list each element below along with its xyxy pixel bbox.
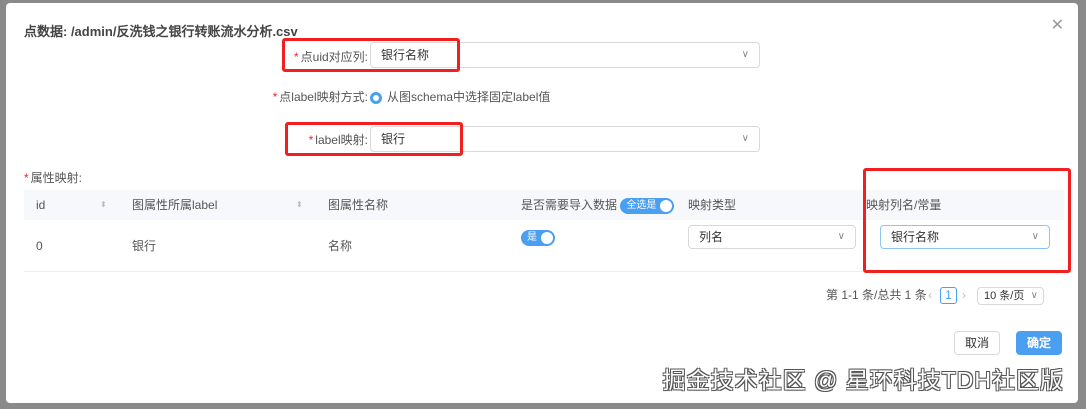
sort-icon[interactable]: ⬍ (296, 190, 303, 220)
map-type-value: 列名 (699, 230, 724, 244)
radio-icon (370, 91, 382, 104)
prev-page-icon[interactable]: ‹ (928, 286, 932, 304)
close-icon[interactable]: ✕ (1051, 15, 1064, 35)
pagination-summary: 第 1-1 条/总共 1 条 (826, 288, 927, 302)
th-label: 图属性所属label (132, 198, 218, 212)
map-type-select[interactable]: 列名 ∨ (688, 225, 856, 249)
ok-button[interactable]: 确定 (1016, 331, 1062, 355)
cell-id: 0 (36, 239, 43, 253)
dialog: 点数据: /admin/反洗钱之银行转账流水分析.csv ✕ * 点uid对应列:… (6, 3, 1078, 403)
select-all-toggle[interactable]: 全选是 (620, 197, 675, 214)
page-size-select[interactable]: 10 条/页 ∨ (977, 287, 1044, 305)
cancel-button[interactable]: 取消 (954, 331, 1000, 355)
import-toggle[interactable]: 是 (521, 230, 555, 246)
cell-name: 名称 (328, 239, 353, 253)
highlight-box (282, 38, 460, 72)
page-size-value: 10 条/页 (984, 290, 1025, 302)
th-id: id (36, 198, 46, 212)
dialog-title: 点数据: /admin/反洗钱之银行转账流水分析.csv (24, 24, 298, 39)
label-mode-label: 点label映射方式: (279, 90, 368, 104)
highlight-box (285, 122, 463, 156)
toggle-text: 全选是 (626, 199, 657, 211)
label-mode-radio[interactable]: 从图schema中选择固定label值 (370, 89, 550, 105)
th-map-type: 映射类型 (688, 198, 737, 212)
chevron-down-icon: ∨ (741, 49, 749, 60)
radio-label: 从图schema中选择固定label值 (387, 90, 551, 104)
toggle-text: 是 (527, 232, 537, 243)
props-label: 属性映射: (30, 171, 83, 185)
th-import: 是否需要导入数据 全选是 (521, 190, 675, 220)
table-row: 0 银行 名称 是 列名 ∨ 银行名称 ∨ (6, 3, 1078, 253)
sort-icon[interactable]: ⬍ (100, 190, 107, 220)
watermark: 掘金技术社区 @ 星环科技TDH社区版 (662, 367, 1064, 393)
chevron-down-icon: ∨ (741, 133, 749, 144)
next-page-icon[interactable]: › (962, 286, 966, 304)
cell-label: 银行 (132, 239, 157, 253)
chevron-down-icon: ∨ (837, 231, 845, 242)
highlight-box (863, 168, 1071, 273)
th-name: 图属性名称 (328, 198, 389, 212)
chevron-down-icon: ∨ (1030, 290, 1038, 301)
th-import-text: 是否需要导入数据 (521, 198, 618, 212)
page-1[interactable]: 1 (940, 287, 957, 304)
